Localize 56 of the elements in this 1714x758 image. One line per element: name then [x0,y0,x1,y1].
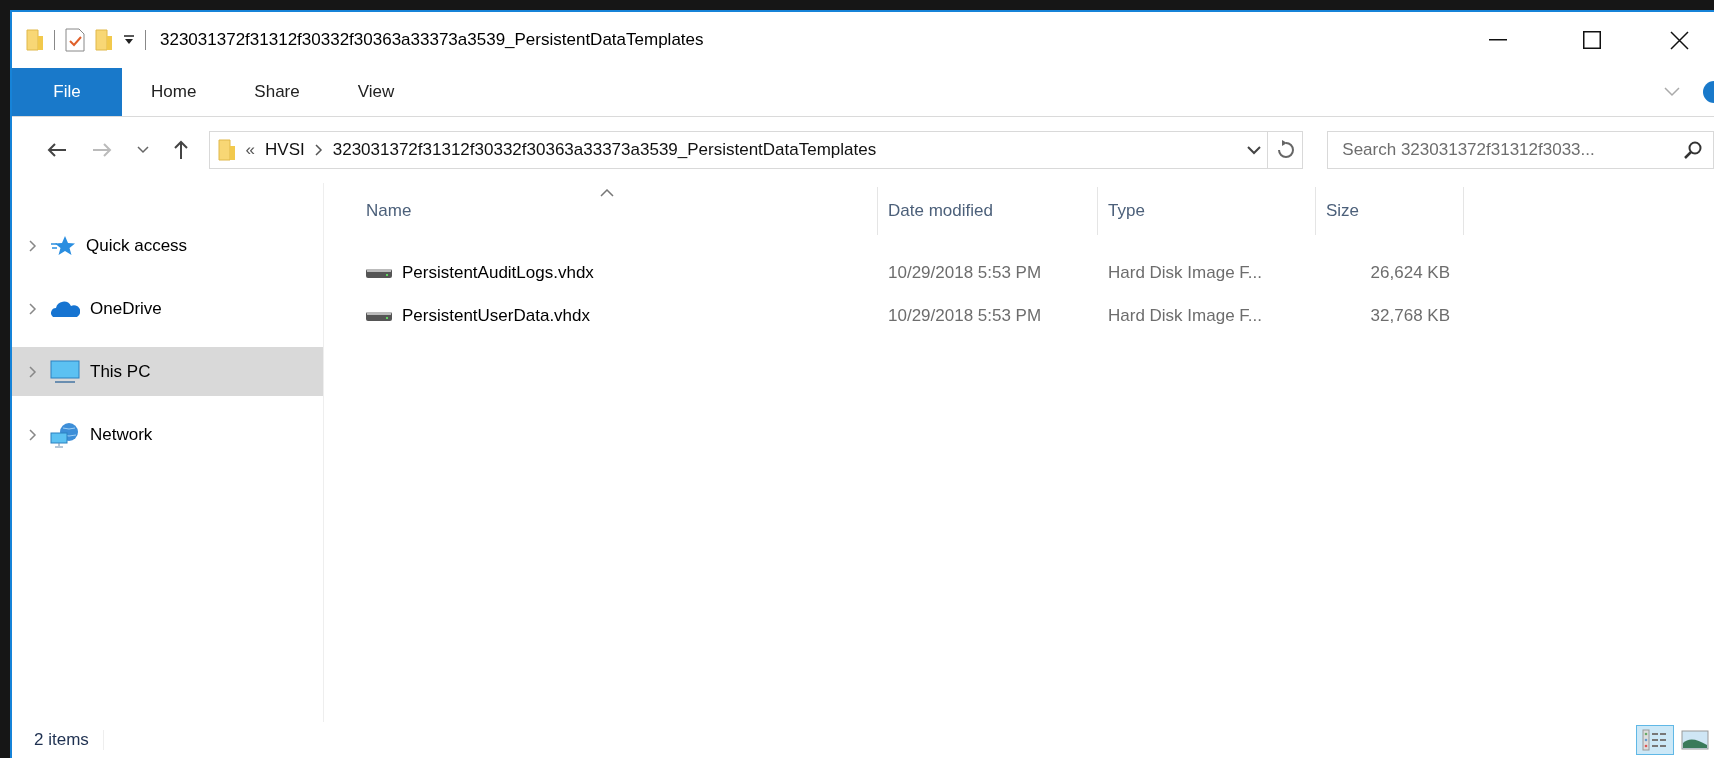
search-field[interactable]: Search 323031372f31312f3033... [1327,131,1714,169]
navigation-label: OneDrive [90,298,162,319]
size-cell-text: 26,624 KB [1369,262,1451,283]
disk-image-icon [366,309,392,322]
type-cell-text: Hard Disk Image F... [1107,305,1263,326]
column-header[interactable]: Name [356,187,878,235]
navigation-item[interactable]: Quick access [12,221,323,270]
refresh-button[interactable] [1267,131,1304,169]
address-field[interactable]: « HVSI 323031372f31312f30332f30363a33373a3539_PersistentDataTemplates [208,131,1268,169]
up-arrow-icon [172,140,189,160]
help-icon[interactable] [1702,80,1714,104]
sort-ascending-icon [599,189,614,197]
date-cell-text: 10/29/2018 5:53 PM [887,305,1043,326]
thumbnail-view-icon [1681,729,1709,751]
dropdown-icon[interactable] [1246,145,1261,155]
navigation-label: This PC [90,361,151,382]
overflow-marker[interactable]: « [245,140,256,160]
network-icon [50,421,80,448]
column-header[interactable]: Type [1098,187,1316,235]
navigation-label: Quick access [86,235,188,256]
ribbon-tab[interactable]: View [328,68,424,116]
path-segment[interactable]: 323031372f31312f30332f30363a33373a3539_PersistentDataTemplates [332,140,877,160]
file-name[interactable]: PersistentUserData.vhdx [402,305,591,326]
column-header[interactable]: Date modified [878,187,1098,235]
back-arrow-icon [46,142,67,158]
maximize-icon [1583,31,1601,49]
ribbon-tab[interactable]: Share [225,68,329,116]
ribbon-tab[interactable]: Home [122,68,226,116]
properties-icon[interactable] [65,28,85,52]
type-cell-text: Hard Disk Image F... [1107,262,1263,283]
window-title: 323031372f31312f30332f30363a33373a3539_PersistentDataTemplates [160,30,704,50]
search-icon [1684,141,1702,159]
navigation-label: Network [90,424,153,445]
details-view-icon [1642,729,1668,751]
date-cell-text: 10/29/2018 5:53 PM [887,262,1043,283]
navigation-item[interactable]: OneDrive [12,284,323,333]
column-header[interactable]: Size [1316,187,1464,235]
chevron-icon[interactable] [314,144,323,156]
item-count: 2 items [34,730,104,750]
navigation-item[interactable]: This PC [12,347,323,396]
star-icon [50,234,76,257]
refresh-icon [1275,140,1294,160]
ribbon-tab[interactable]: File [12,68,122,116]
monitor-icon [50,359,80,384]
chevron-down-icon [137,146,150,154]
forward-arrow-icon [92,142,113,158]
close-icon [1669,30,1689,50]
file-name[interactable]: PersistentAuditLogs.vhdx [402,262,594,283]
view-button[interactable] [1636,725,1674,755]
minimize-icon [1489,39,1507,41]
disk-image-icon [366,266,392,279]
path-segment[interactable]: HVSI [265,140,305,160]
dropdown-icon[interactable] [123,34,135,46]
navigation-item[interactable]: Network [12,410,323,459]
expand-ribbon-icon[interactable] [1664,87,1680,97]
size-cell-text: 32,768 KB [1369,305,1451,326]
